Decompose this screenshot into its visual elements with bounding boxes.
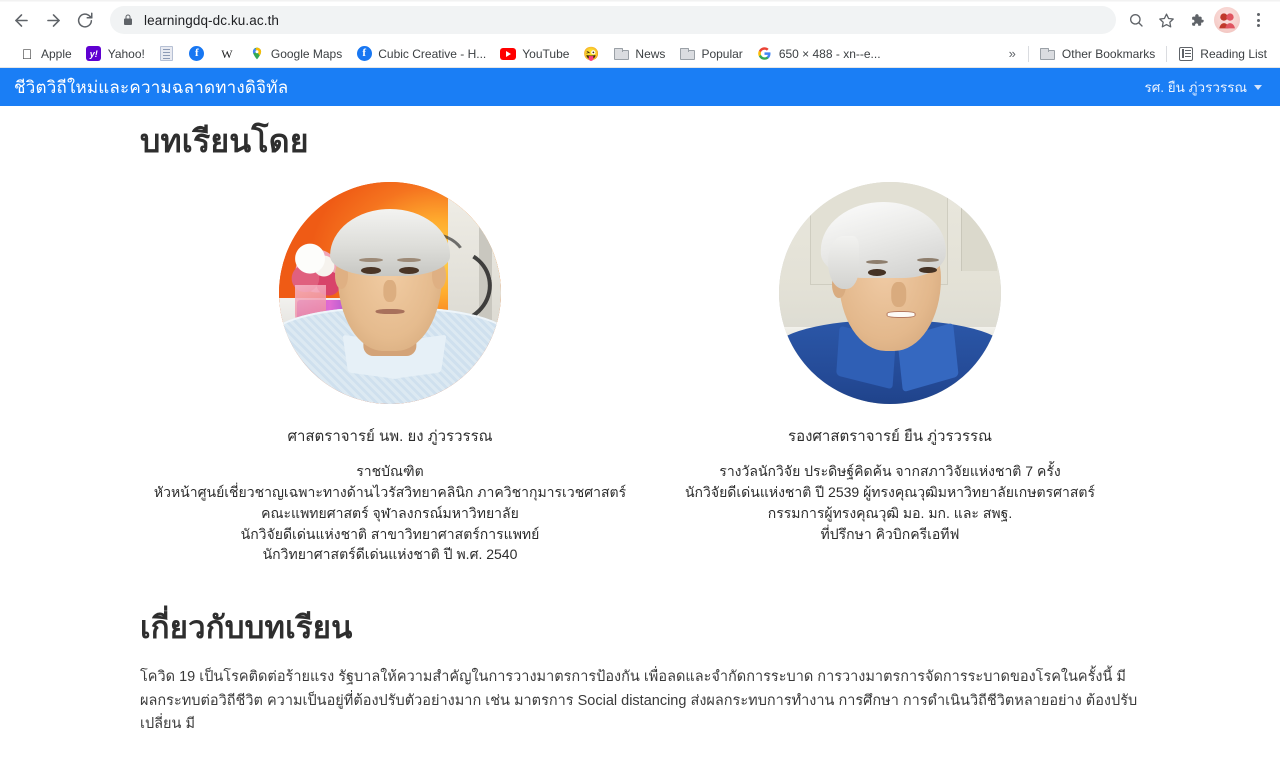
reload-button[interactable] — [70, 5, 100, 35]
bookmark-label: Cubic Creative - H... — [378, 46, 487, 61]
credential-line: หัวหน้าศูนย์เชี่ยวชาญเฉพาะทางด้านไวรัสวิ… — [153, 484, 627, 501]
bookmark-label: 650 × 488 - xn--e... — [778, 46, 881, 61]
site-title: ชีวิตวิถีใหม่และความฉลาดทางดิจิทัล — [14, 77, 289, 97]
news-document-icon — [159, 46, 175, 62]
toolbar-actions — [1122, 6, 1272, 34]
bookmarks-bar:  Apple y! Yahoo! f W Goog — [0, 40, 1280, 68]
instructor-credentials: ราชบัณฑิต หัวหน้าศูนย์เชี่ยวชาญเฉพาะทางด… — [154, 461, 626, 565]
instructor-name: ศาสตราจารย์ นพ. ยง ภู่วรวรรณ — [287, 428, 493, 446]
bookmarks-overflow-button[interactable]: » — [1001, 43, 1024, 64]
bookmark-label: Apple — [41, 46, 72, 61]
profile-avatar-icon[interactable] — [1214, 7, 1240, 33]
yahoo-icon: y! — [86, 46, 102, 62]
instructor-credentials: รางวัลนักวิจัย ประดิษฐ์คิดค้น จากสภาวิจั… — [685, 461, 1095, 544]
user-name-label: รศ. ยืน ภู่วรวรรณ — [1144, 80, 1247, 95]
about-heading: เกี่ยวกับบทเรียน — [140, 609, 353, 645]
credential-line: รางวัลนักวิจัย ประดิษฐ์คิดค้น จากสภาวิจั… — [719, 463, 1061, 480]
bookmark-folder-news[interactable]: News — [606, 43, 672, 65]
bookmark-star-icon[interactable] — [1152, 6, 1180, 34]
bookmark-cubic-creative[interactable]: f Cubic Creative - H... — [349, 43, 493, 65]
folder-icon — [1040, 46, 1056, 62]
credential-line: นักวิทยาศาสตร์ดีเด่นแห่งชาติ ปี พ.ศ. 254… — [262, 546, 518, 563]
credential-line: นักวิจัยดีเด่นแห่งชาติ สาขาวิทยาศาสตร์กา… — [240, 525, 540, 542]
folder-icon — [679, 46, 695, 62]
instructor-card: รองศาสตราจารย์ ยืน ภู่วรวรรณ รางวัลนักวิ… — [640, 182, 1140, 565]
google-icon — [757, 46, 773, 62]
page-viewport: ชีวิตวิถีใหม่และความฉลาดทางดิจิทัล รศ. ย… — [0, 68, 1280, 760]
bookmark-facebook[interactable]: f — [182, 43, 212, 65]
credential-line: ราชบัณฑิต — [356, 463, 424, 480]
bookmarks-divider — [1027, 45, 1029, 62]
credential-line: คณะแพทยศาสตร์ จุฬาลงกรณ์มหาวิทยาลัย — [261, 504, 519, 521]
instructor-photo — [279, 182, 501, 405]
bookmark-label: Google Maps — [270, 46, 343, 61]
browser-window: learningdq-dc.ku.ac.th Apple y! Yahoo! f… — [0, 0, 1280, 760]
youtube-icon — [500, 46, 517, 62]
instructor-name: รองศาสตราจารย์ ยืน ภู่วรวรรณ — [788, 428, 992, 446]
apple-icon:  — [19, 46, 35, 62]
bookmark-label: YouTube — [522, 46, 570, 61]
bookmark-youtube[interactable]: YouTube — [493, 43, 576, 65]
facebook-icon: f — [356, 46, 372, 62]
site-header: ชีวิตวิถีใหม่และความฉลาดทางดิจิทัล รศ. ย… — [0, 68, 1280, 106]
credential-line: กรรมการผู้ทรงคุณวุฒิ มอ. มก. และ สพฐ. — [767, 504, 1013, 521]
reading-list-icon — [1178, 46, 1194, 62]
other-bookmarks-button[interactable]: Other Bookmarks — [1033, 43, 1162, 65]
folder-icon — [613, 46, 629, 62]
page-title: บทเรียนโดย — [140, 123, 309, 159]
winking-face-emoji-icon: 😜 — [583, 46, 600, 61]
bookmark-wikipedia[interactable]: W — [212, 43, 242, 65]
bookmark-emoji[interactable]: 😜 — [576, 43, 606, 65]
bookmark-label: Popular — [701, 46, 743, 61]
three-dot-menu-icon[interactable] — [1244, 6, 1272, 34]
google-maps-pin-icon — [249, 46, 265, 62]
bookmark-label: Yahoo! — [107, 46, 145, 61]
url-text: learningdq-dc.ku.ac.th — [144, 12, 280, 28]
browser-toolbar: learningdq-dc.ku.ac.th — [0, 0, 1280, 40]
chevron-down-icon — [1254, 84, 1262, 90]
facebook-icon: f — [189, 46, 205, 62]
bookmarks-divider — [1166, 45, 1168, 62]
credential-line: ที่ปรึกษา คิวบิกครีเอทีฟ — [820, 525, 960, 542]
reading-list-button[interactable]: Reading List — [1171, 43, 1274, 65]
extensions-puzzle-icon[interactable] — [1182, 6, 1210, 34]
lesson-authors-section: บทเรียนโดย ศาสตราจารย์ นพ. ยง ภู่วรวรรณ … — [0, 122, 1280, 565]
address-bar[interactable]: learningdq-dc.ku.ac.th — [110, 6, 1116, 34]
back-arrow-icon — [14, 13, 28, 27]
about-paragraph: โควิด 19 เป็นโรคติดต่อร้ายแรง รัฐบาลให้ค… — [140, 669, 1138, 733]
bookmark-news-doc[interactable] — [152, 43, 182, 65]
bookmark-image-result[interactable]: 650 × 488 - xn--e... — [750, 43, 888, 65]
search-icon[interactable] — [1122, 6, 1150, 34]
wikipedia-icon: W — [221, 46, 233, 61]
credential-line: นักวิจัยดีเด่นแห่งชาติ ปี 2539 ผู้ทรงคุณ… — [684, 484, 1095, 501]
instructor-list: ศาสตราจารย์ นพ. ยง ภู่วรวรรณ ราชบัณฑิต ห… — [140, 182, 1140, 565]
forward-arrow-icon — [46, 13, 60, 27]
instructor-photo — [779, 182, 1001, 405]
user-account-menu[interactable]: รศ. ยืน ภู่วรวรรณ — [1144, 76, 1262, 98]
instructor-card: ศาสตราจารย์ นพ. ยง ภู่วรวรรณ ราชบัณฑิต ห… — [140, 182, 640, 565]
bookmark-yahoo[interactable]: y! Yahoo! — [79, 43, 152, 65]
about-lesson-section: เกี่ยวกับบทเรียน โควิด 19 เป็นโรคติดต่อร… — [0, 609, 1280, 737]
back-button[interactable] — [6, 5, 36, 35]
bookmark-google-maps[interactable]: Google Maps — [242, 43, 349, 65]
forward-button[interactable] — [38, 5, 68, 35]
reading-list-label: Reading List — [1200, 46, 1267, 61]
bookmark-apple[interactable]:  Apple — [12, 43, 79, 65]
other-bookmarks-label: Other Bookmarks — [1061, 46, 1156, 61]
bookmark-label: News — [635, 46, 666, 61]
bookmark-folder-popular[interactable]: Popular — [672, 43, 749, 65]
reload-icon — [77, 12, 93, 28]
lock-icon — [122, 13, 134, 27]
